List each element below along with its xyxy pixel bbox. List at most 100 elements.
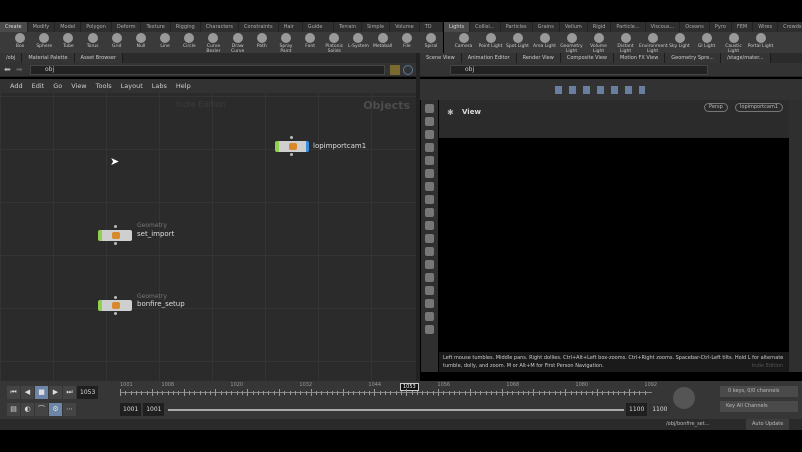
timeline-ruler[interactable]: 1053 1001 1008 1020 1032 1044 1056 1068 1080 109… xyxy=(120,381,657,399)
shelf-tab-characters[interactable]: Characters xyxy=(201,22,240,32)
shelf-tab-create[interactable]: Create xyxy=(0,22,28,32)
forward-arrow-icon[interactable]: ➡ xyxy=(16,65,23,74)
shelf-tab-oceans[interactable]: Oceans xyxy=(680,22,710,32)
shelf-tab-collisi[interactable]: Collisi... xyxy=(470,22,501,32)
tool-circle[interactable]: Circle xyxy=(177,32,201,53)
settings-icon[interactable]: ⚙ xyxy=(49,403,62,416)
auto-update-button[interactable]: Auto Update xyxy=(746,419,790,430)
range-end-field-2[interactable]: 1100 xyxy=(649,403,671,416)
shelf-tab-terrain-fx[interactable]: Terrain FX xyxy=(334,22,362,40)
menu-tools[interactable]: Tools xyxy=(96,82,112,90)
shelf-tab-fem[interactable]: FEM xyxy=(732,22,754,32)
camera-menu[interactable]: lopimportcam1 xyxy=(735,103,783,112)
tool-sky-light[interactable]: Sky Light xyxy=(666,32,693,53)
tool-spiral[interactable]: Spiral xyxy=(419,32,443,53)
tool-path[interactable]: Path xyxy=(250,32,274,53)
tool-point-light[interactable]: Point Light xyxy=(477,32,504,53)
loop-icon[interactable]: ⌒ xyxy=(35,403,48,416)
shelf-tab-lights-a[interactable]: Lights a... xyxy=(444,22,471,40)
back-arrow-icon[interactable]: ⬅ xyxy=(4,65,11,74)
tool-gi-light[interactable]: GI Light xyxy=(693,32,720,53)
pane-tab-stage-mater[interactable]: /stage/mater... xyxy=(720,53,771,63)
shelf-tab-vellum[interactable]: Vellum xyxy=(560,22,588,32)
shelf-tab-simple-fx[interactable]: Simple FX xyxy=(362,22,391,40)
network-editor[interactable]: Indie Edition Objects ➤ lopimportcam1 Ge… xyxy=(0,93,416,381)
tool-environment-light[interactable]: Environment Light xyxy=(639,32,668,54)
shelf-tab-pyro-fx[interactable]: Pyro FX xyxy=(710,22,732,40)
tool-curve-bezier[interactable]: Curve Bezier xyxy=(201,32,225,54)
shelf-tab-wires[interactable]: Wires xyxy=(753,22,779,32)
menu-help[interactable]: Help xyxy=(176,82,191,90)
key-all-channels-button[interactable]: Key All Channels xyxy=(720,401,798,412)
pane-tab-scene-view[interactable]: Scene View xyxy=(420,53,462,63)
shelf-tab-modify[interactable]: Modify xyxy=(28,22,56,32)
range-start-field[interactable]: 1001 xyxy=(120,403,142,416)
viewer-path-input[interactable]: obj xyxy=(450,65,708,75)
tool-file[interactable]: File xyxy=(395,32,419,53)
range-slider[interactable] xyxy=(168,409,624,411)
viewport-tool-strip[interactable] xyxy=(421,100,438,372)
persp-menu[interactable]: Persp xyxy=(704,103,728,112)
shelf-tab-texture[interactable]: Texture xyxy=(141,22,171,32)
menu-labs[interactable]: Labs xyxy=(152,82,167,90)
tool-grid[interactable]: Grid xyxy=(105,32,129,53)
pane-tab-material-palette[interactable]: Material Palette xyxy=(22,53,75,63)
shelf-tab-crowds[interactable]: Crowds xyxy=(778,22,802,32)
tool-caustic-light[interactable]: Caustic Light xyxy=(720,32,747,54)
menu-edit[interactable]: Edit xyxy=(32,82,45,90)
tool-box[interactable]: Box xyxy=(8,32,32,53)
tool-distant-light[interactable]: Distant Light xyxy=(612,32,639,54)
tool-platonic-solids[interactable]: Platonic Solids xyxy=(322,32,346,54)
shelf-tab-constraints[interactable]: Constraints xyxy=(239,22,279,32)
shelf-tab-particle[interactable]: Particle... xyxy=(611,22,646,32)
menu-add[interactable]: Add xyxy=(10,82,23,90)
menu-go[interactable]: Go xyxy=(53,82,62,90)
shelf-tab-polygon[interactable]: Polygon xyxy=(81,22,112,32)
menu-view[interactable]: View xyxy=(71,82,86,90)
tool-portal-light[interactable]: Portal Light xyxy=(747,32,774,53)
shelf-tab-deform[interactable]: Deform xyxy=(112,22,142,32)
tool-metaball[interactable]: Metaball xyxy=(371,32,395,53)
tool-tube[interactable]: Tube xyxy=(56,32,80,53)
tool-sphere[interactable]: Sphere xyxy=(32,32,56,53)
range-start-field-2[interactable]: 1001 xyxy=(143,403,165,416)
audio-icon[interactable]: ◐ xyxy=(21,403,34,416)
keys-icon[interactable]: ⋯ xyxy=(63,403,76,416)
play-button[interactable]: ▶ xyxy=(49,386,62,399)
tool-volume-light[interactable]: Volume Light xyxy=(585,32,612,54)
shelf-tab-volume[interactable]: Volume xyxy=(390,22,420,32)
pane-tab-obj[interactable]: /obj xyxy=(0,53,23,63)
shelf-tab-grains[interactable]: Grains xyxy=(533,22,560,32)
pane-tab-composite-view[interactable]: Composite View xyxy=(560,53,614,63)
pane-tab-motion-fx-view[interactable]: Motion FX View xyxy=(614,53,666,63)
key-icon[interactable] xyxy=(673,387,695,409)
tool-null[interactable]: Null xyxy=(129,32,153,53)
shelf-tab-viscous[interactable]: Viscous... xyxy=(646,22,681,32)
play-reverse-button[interactable]: ◀ xyxy=(21,386,34,399)
stop-button[interactable]: ■ xyxy=(35,386,48,399)
path-input[interactable]: obj xyxy=(30,65,385,75)
tool-geometry-light[interactable]: Geometry Light xyxy=(558,32,585,54)
viewport[interactable] xyxy=(439,138,789,352)
tool-spray-paint[interactable]: Spray Paint xyxy=(274,32,298,54)
current-frame-field[interactable]: 1053 xyxy=(77,386,99,399)
jump-end-button[interactable]: ⏭ xyxy=(63,386,76,399)
viewer-tool-icons[interactable] xyxy=(555,86,645,94)
current-frame-marker[interactable]: 1053 xyxy=(400,383,419,391)
pane-tab-asset-browser[interactable]: Asset Browser xyxy=(74,53,124,63)
tool-l-system[interactable]: L-System xyxy=(346,32,370,53)
pin-icon[interactable] xyxy=(390,65,400,75)
menu-layout[interactable]: Layout xyxy=(121,82,143,90)
keys-channels-button[interactable]: 0 keys, 0/0 channels xyxy=(720,386,798,397)
display-options-strip[interactable] xyxy=(789,100,802,372)
tool-torus[interactable]: Torus xyxy=(81,32,105,53)
pane-divider[interactable] xyxy=(416,53,420,381)
shelf-tab-rigging[interactable]: Rigging xyxy=(171,22,201,32)
realtime-icon[interactable]: ▤ xyxy=(7,403,20,416)
tool-draw-curve[interactable]: Draw Curve xyxy=(226,32,250,54)
shelf-tab-rigid-b[interactable]: Rigid B... xyxy=(588,22,612,40)
pane-tab-geometry-spre[interactable]: Geometry Spre... xyxy=(665,53,721,63)
tool-area-light[interactable]: Area Light xyxy=(531,32,558,53)
tool-font[interactable]: Font xyxy=(298,32,322,53)
pane-tab-render-view[interactable]: Render View xyxy=(516,53,561,63)
